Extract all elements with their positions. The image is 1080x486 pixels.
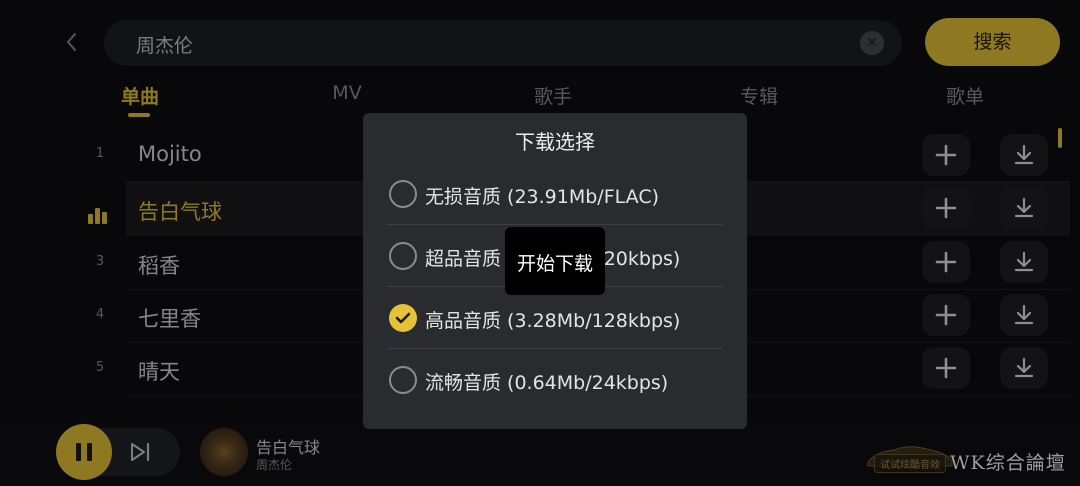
dialog-title: 下载选择	[515, 130, 595, 154]
quality-option-lossless[interactable]: 无损音质 (23.91Mb/FLAC)	[387, 163, 723, 225]
option-label: 高品音质 (3.28Mb/128kbps)	[425, 310, 681, 332]
radio-unchecked-icon	[389, 180, 417, 208]
quality-option-high[interactable]: 高品音质 (3.28Mb/128kbps)	[387, 287, 723, 349]
checkmark-icon	[395, 312, 411, 324]
radio-unchecked-icon	[389, 366, 417, 394]
radio-checked-icon	[389, 304, 417, 332]
toast-text: 开始下载	[516, 253, 593, 275]
option-label: 无损音质 (23.91Mb/FLAC)	[425, 186, 659, 208]
quality-option-smooth[interactable]: 流畅音质 (0.64Mb/24kbps)	[387, 349, 723, 411]
option-label: 流畅音质 (0.64Mb/24kbps)	[425, 372, 669, 394]
radio-unchecked-icon	[389, 242, 417, 270]
toast: 开始下载	[505, 227, 605, 295]
